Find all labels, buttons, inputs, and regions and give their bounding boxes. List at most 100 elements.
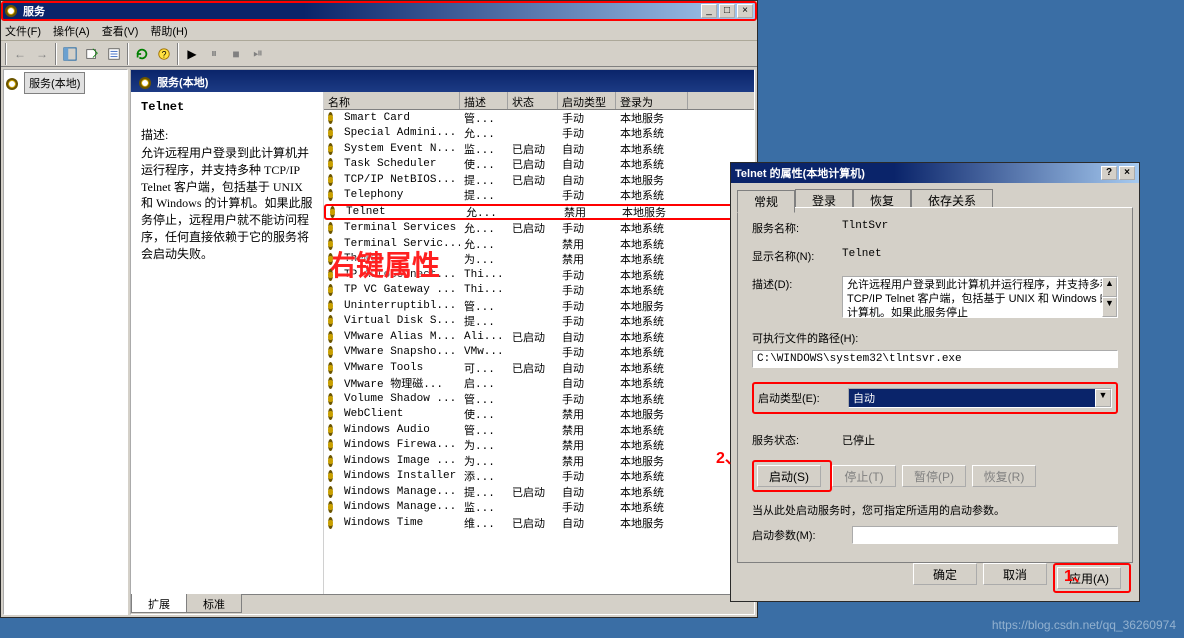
- menu-help[interactable]: 帮助(H): [150, 23, 187, 39]
- table-row[interactable]: WebClient使...禁用本地服务: [324, 407, 754, 423]
- gear-icon: [328, 331, 333, 343]
- gear-icon: [328, 174, 333, 186]
- right-pane: 服务(本地) Telnet 描述: 允许远程用户登录到此计算机并运行程序，并支持…: [130, 69, 755, 615]
- close-button[interactable]: ×: [737, 4, 753, 18]
- tree-root-node[interactable]: 服务(本地): [24, 72, 85, 94]
- menubar: 文件(F) 操作(A) 查看(V) 帮助(H): [1, 21, 757, 41]
- table-row[interactable]: VMware Tools可...已启动自动本地系统: [324, 360, 754, 376]
- props-help-button[interactable]: ?: [1101, 166, 1117, 180]
- table-row[interactable]: VMware Alias M...Ali...已启动自动本地系统: [324, 329, 754, 345]
- bottom-tabs: 扩展 标准: [131, 594, 754, 614]
- gear-icon: [328, 377, 333, 389]
- menu-file[interactable]: 文件(F): [5, 23, 41, 39]
- gear-icon: [328, 315, 333, 327]
- table-row[interactable]: TP VC Gateway ...Thi...手动本地系统: [324, 283, 754, 299]
- table-row[interactable]: Windows Image ...为...禁用本地服务: [324, 453, 754, 469]
- minimize-button[interactable]: _: [701, 4, 717, 18]
- props-body: 服务名称: TlntSvr 显示名称(N): Telnet 描述(D): 允许远…: [737, 207, 1133, 563]
- startup-type-combo[interactable]: 自动 ▼: [848, 388, 1112, 408]
- show-hide-tree-button[interactable]: [59, 43, 81, 65]
- props-close-button[interactable]: ×: [1119, 166, 1135, 180]
- description-label: 描述(D):: [752, 276, 842, 292]
- table-row[interactable]: Windows Firewa...为...禁用本地系统: [324, 438, 754, 454]
- scroll-down-icon[interactable]: ▼: [1102, 297, 1117, 317]
- gear-icon: [328, 439, 333, 451]
- path-label: 可执行文件的路径(H):: [752, 330, 1118, 346]
- restart-service-button[interactable]: ⏯: [247, 43, 269, 65]
- table-row[interactable]: Windows Time维...已启动自动本地服务: [324, 515, 754, 531]
- table-row[interactable]: Volume Shadow ...管...手动本地系统: [324, 391, 754, 407]
- tab-standard[interactable]: 标准: [186, 594, 242, 613]
- table-row[interactable]: Telephony提...手动本地系统: [324, 188, 754, 204]
- tree-pane[interactable]: 服务(本地): [3, 69, 128, 615]
- stop-service-button[interactable]: ■: [225, 43, 247, 65]
- menu-action[interactable]: 操作(A): [53, 23, 90, 39]
- refresh-button[interactable]: [131, 43, 153, 65]
- export-list-button[interactable]: [81, 43, 103, 65]
- startup-type-label: 启动类型(E):: [758, 390, 848, 406]
- pause-service-button[interactable]: ⏸: [203, 43, 225, 65]
- properties-dialog: Telnet 的属性(本地计算机) ? × 常规 登录 恢复 依存关系 服务名称…: [730, 162, 1140, 602]
- param-input[interactable]: [852, 526, 1118, 544]
- gear-icon: [328, 501, 333, 513]
- back-button[interactable]: ←: [9, 43, 31, 65]
- table-row[interactable]: Telnet允...禁用本地服务: [324, 204, 754, 220]
- properties-button[interactable]: [103, 43, 125, 65]
- tab-general[interactable]: 常规: [737, 190, 795, 213]
- path-input[interactable]: C:\WINDOWS\system32\tlntsvr.exe: [752, 350, 1118, 368]
- startup-type-value: 自动: [849, 390, 1095, 406]
- table-row[interactable]: Task Scheduler使...已启动自动本地系统: [324, 157, 754, 173]
- description-textarea[interactable]: 允许远程用户登录到此计算机并运行程序，并支持多种 TCP/IP Telnet 客…: [842, 276, 1118, 318]
- start-service-button[interactable]: ▶: [181, 43, 203, 65]
- col-name[interactable]: 名称: [324, 92, 460, 109]
- table-row[interactable]: Windows Manage...提...已启动自动本地系统: [324, 484, 754, 500]
- maximize-button[interactable]: □: [719, 4, 735, 18]
- stop-button[interactable]: 停止(T): [832, 465, 896, 487]
- table-row[interactable]: VMware Snapsho...VMw...手动本地系统: [324, 345, 754, 361]
- gear-icon: [328, 517, 333, 529]
- gear-icon: [328, 284, 333, 296]
- col-status[interactable]: 状态: [508, 92, 558, 109]
- gear-icon: [328, 346, 333, 358]
- cancel-button[interactable]: 取消: [983, 563, 1047, 585]
- forward-button[interactable]: →: [31, 43, 53, 65]
- table-row[interactable]: System Event N...监...已启动自动本地系统: [324, 141, 754, 157]
- gear-icon: [328, 269, 333, 281]
- service-name-label: 服务名称:: [752, 220, 842, 236]
- param-label: 启动参数(M):: [752, 527, 852, 543]
- start-button[interactable]: 启动(S): [757, 465, 821, 487]
- table-row[interactable]: Uninterruptibl...管...手动本地服务: [324, 298, 754, 314]
- list-header[interactable]: 名称 描述 状态 启动类型 登录为: [324, 92, 754, 110]
- table-row[interactable]: VMware 物理磁...启...自动本地系统: [324, 376, 754, 392]
- chevron-down-icon[interactable]: ▼: [1095, 389, 1111, 407]
- table-row[interactable]: Special Admini...允...手动本地系统: [324, 126, 754, 142]
- pause-button[interactable]: 暂停(P): [902, 465, 966, 487]
- titlebar[interactable]: 服务 _ □ ×: [1, 1, 757, 21]
- scroll-up-icon[interactable]: ▲: [1102, 277, 1117, 297]
- ok-button[interactable]: 确定: [913, 563, 977, 585]
- display-name-label: 显示名称(N):: [752, 248, 842, 264]
- props-title: Telnet 的属性(本地计算机): [735, 165, 1099, 181]
- table-row[interactable]: Virtual Disk S...提...手动本地系统: [324, 314, 754, 330]
- gear-icon: [328, 158, 333, 170]
- col-start[interactable]: 启动类型: [558, 92, 616, 109]
- table-row[interactable]: Terminal Services允...已启动手动本地系统: [324, 221, 754, 237]
- gear-icon: [328, 143, 333, 155]
- table-row[interactable]: Windows Audio管...禁用本地系统: [324, 422, 754, 438]
- annotation-marker-1: 1、: [1064, 562, 1089, 586]
- table-row[interactable]: Smart Card管...手动本地服务: [324, 110, 754, 126]
- table-row[interactable]: Windows Installer添...手动本地系统: [324, 469, 754, 485]
- table-row[interactable]: TCP/IP NetBIOS...提...已启动自动本地服务: [324, 172, 754, 188]
- col-desc[interactable]: 描述: [460, 92, 508, 109]
- props-titlebar[interactable]: Telnet 的属性(本地计算机) ? ×: [731, 163, 1139, 183]
- tab-extended[interactable]: 扩展: [131, 594, 187, 613]
- menu-view[interactable]: 查看(V): [102, 23, 139, 39]
- help-button[interactable]: ?: [153, 43, 175, 65]
- status-label: 服务状态:: [752, 432, 842, 448]
- list-body[interactable]: 右键属性 Smart Card管...手动本地服务Special Admini.…: [324, 110, 754, 594]
- resume-button[interactable]: 恢复(R): [972, 465, 1036, 487]
- watermark: https://blog.csdn.net/qq_36260974: [992, 618, 1176, 632]
- col-logon[interactable]: 登录为: [616, 92, 688, 109]
- selected-service-name: Telnet: [141, 100, 313, 114]
- table-row[interactable]: Windows Manage...监...手动本地系统: [324, 500, 754, 516]
